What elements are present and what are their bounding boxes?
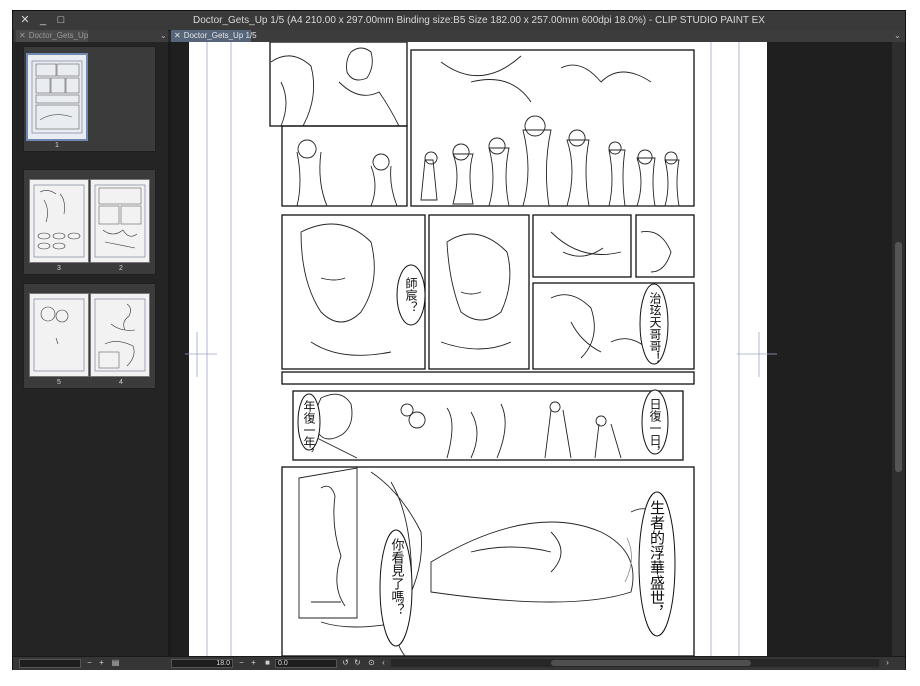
close-window-icon[interactable]: ✕ — [19, 13, 31, 27]
speech-text: 治玹天哥哥！ — [648, 292, 662, 364]
zoom-in-button[interactable]: + — [249, 658, 258, 668]
page-number: 1 — [55, 142, 59, 149]
scrollbar-thumb[interactable] — [551, 660, 751, 666]
page-spread-2-3[interactable]: 3 2 — [23, 169, 156, 275]
rotate-right-icon[interactable]: ↻ — [353, 658, 362, 668]
chevron-down-icon[interactable]: ⌄ — [160, 30, 167, 42]
page-thumbnail-sketch — [94, 298, 146, 372]
page-number: 2 — [119, 265, 123, 272]
tab-label: Doctor_Gets_Up 1/5 — [183, 31, 257, 40]
tab-page-manager[interactable]: ✕ Doctor_Gets_Up — [16, 30, 88, 42]
page-thumbnail-3[interactable] — [29, 179, 89, 263]
scroll-right-icon[interactable]: › — [883, 658, 892, 668]
page-thumbnail-1[interactable] — [26, 53, 88, 141]
page-thumbnail-2[interactable] — [90, 179, 150, 263]
minimize-window-icon[interactable]: _ — [37, 13, 49, 27]
page-thumbnail-4[interactable] — [90, 293, 150, 377]
scrollbar-thumb[interactable] — [895, 242, 902, 472]
speech-text: 生者的浮華盛世， — [648, 500, 666, 620]
app-window: ✕ _ □ Doctor_Gets_Up 1/5 (A4 210.00 x 29… — [12, 10, 906, 670]
vertical-scrollbar[interactable] — [892, 42, 905, 656]
page-thumbnail-sketch — [33, 298, 85, 372]
status-bar: − + ▤ 18.0 − + ■ 0.0 ↺ ↻ ⊙ ‹ › — [13, 656, 905, 670]
page-spread-4-5[interactable]: 5 4 — [23, 283, 156, 389]
scroll-left-icon[interactable]: ‹ — [379, 658, 388, 668]
page-panel-tabbar: ✕ Doctor_Gets_Up — [14, 30, 168, 42]
zoom-out-button[interactable]: − — [85, 658, 94, 668]
chevron-down-icon[interactable]: ⌄ — [894, 30, 901, 42]
page-number: 4 — [119, 379, 123, 386]
page-manager-panel: 1 3 2 5 4 — [14, 42, 171, 656]
manga-page-canvas[interactable]: 師宸？ 治玹天哥哥！ 日復一日， 年復一年， 生者的浮華盛世， 你看見了嗎？ — [171, 42, 892, 656]
page-thumbnail-5[interactable] — [29, 293, 89, 377]
rotate-left-icon[interactable]: ↺ — [341, 658, 350, 668]
zoom-out-button[interactable]: − — [237, 658, 246, 668]
page-number: 5 — [57, 379, 61, 386]
canvas-area[interactable]: 師宸？ 治玹天哥哥！ 日復一日， 年復一年， 生者的浮華盛世， 你看見了嗎？ — [171, 42, 892, 656]
page-thumbnail-sketch — [31, 60, 83, 134]
close-tab-icon[interactable]: ✕ — [174, 31, 181, 40]
page-number: 3 — [57, 265, 61, 272]
zoom-in-button[interactable]: + — [97, 658, 106, 668]
canvas-tabbar: ✕ Doctor_Gets_Up 1/5 — [171, 30, 905, 42]
speech-text: 日復一日， — [648, 398, 662, 458]
tab-canvas[interactable]: ✕ Doctor_Gets_Up 1/5 — [171, 30, 257, 42]
page-thumbnail-sketch — [33, 184, 85, 258]
title-bar: ✕ _ □ Doctor_Gets_Up 1/5 (A4 210.00 x 29… — [13, 11, 905, 31]
page-spread-1[interactable]: 1 — [23, 46, 156, 152]
page-thumbnail-sketch — [94, 184, 146, 258]
speech-text: 你看見了嗎？ — [389, 538, 405, 616]
maximize-window-icon[interactable]: □ — [55, 13, 67, 27]
page-panel-zoom-slider[interactable] — [19, 659, 81, 668]
fit-view-icon[interactable]: ■ — [263, 658, 272, 668]
rotation-field[interactable]: 0.0 — [275, 659, 337, 668]
speech-text: 年復一年， — [302, 400, 316, 460]
reset-rotation-icon[interactable]: ⊙ — [367, 658, 376, 668]
window-title: Doctor_Gets_Up 1/5 (A4 210.00 x 297.00mm… — [193, 15, 765, 26]
tab-label: Doctor_Gets_Up — [28, 31, 89, 40]
page-settings-icon[interactable]: ▤ — [111, 658, 120, 668]
speech-text: 師宸？ — [404, 277, 418, 313]
horizontal-scrollbar[interactable] — [391, 659, 879, 667]
zoom-field[interactable]: 18.0 — [171, 659, 233, 668]
close-tab-icon[interactable]: ✕ — [19, 31, 26, 40]
